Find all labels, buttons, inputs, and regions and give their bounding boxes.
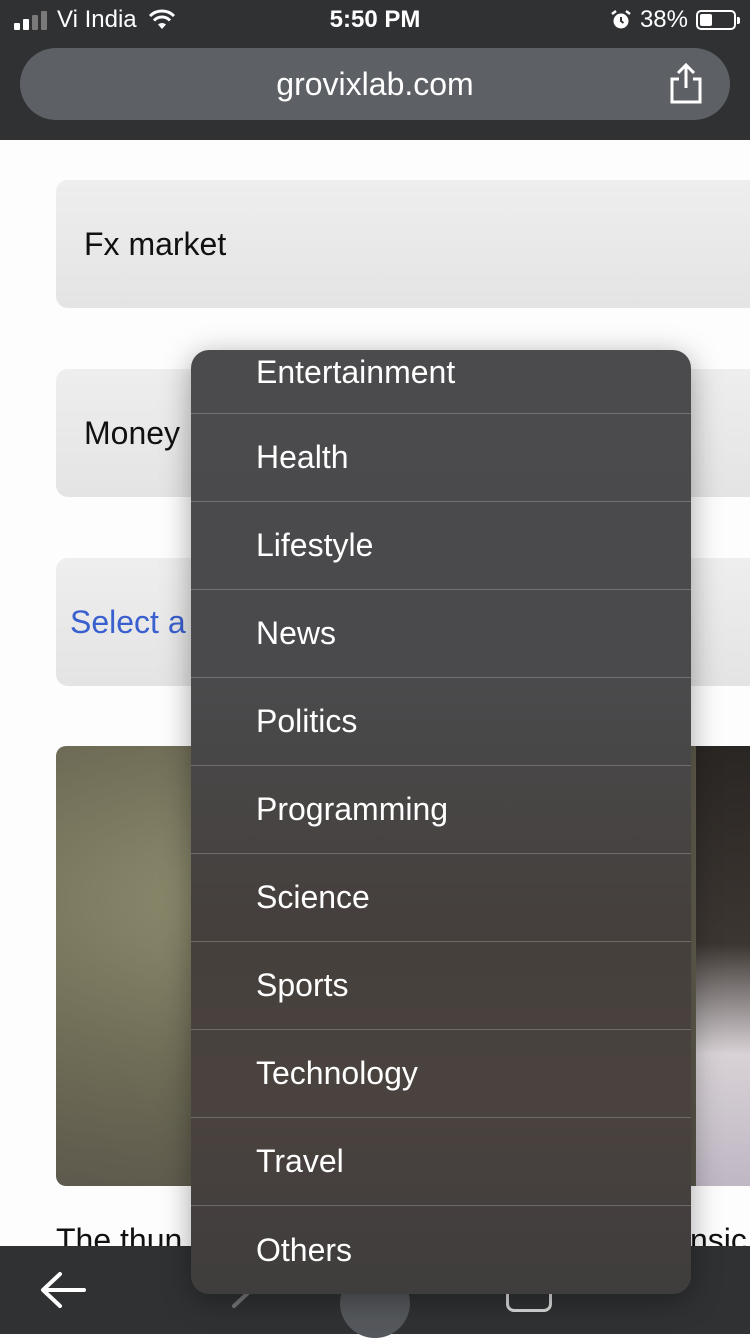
category-dropdown-menu[interactable]: Entertainment Health Lifestyle News Politics… (191, 350, 691, 1294)
dropdown-option-label: Travel (256, 1143, 344, 1179)
dropdown-option-news[interactable]: News (191, 590, 691, 678)
browser-top-bar: Vi India 5:50 PM 38% grovixlab.com (0, 0, 750, 140)
dropdown-option-label: Health (256, 439, 349, 475)
dropdown-option-label: Technology (256, 1055, 418, 1091)
category-select-placeholder: Select a (70, 603, 186, 640)
dropdown-option-politics[interactable]: Politics (191, 678, 691, 766)
back-arrow-icon[interactable] (38, 1268, 88, 1312)
status-bar: Vi India 5:50 PM 38% (0, 0, 750, 42)
article-image-figure (696, 746, 750, 1186)
dropdown-option-science[interactable]: Science (191, 854, 691, 942)
fx-market-field[interactable]: Fx market (56, 180, 750, 308)
dropdown-option-label: Lifestyle (256, 527, 374, 563)
dropdown-option-label: Sports (256, 967, 349, 1003)
dropdown-option-programming[interactable]: Programming (191, 766, 691, 854)
dropdown-option-label: Entertainment (256, 354, 456, 390)
dropdown-option-health[interactable]: Health (191, 414, 691, 502)
dropdown-option-sports[interactable]: Sports (191, 942, 691, 1030)
dropdown-option-label: Politics (256, 703, 358, 739)
dropdown-option-label: News (256, 615, 337, 651)
alarm-icon (611, 10, 631, 29)
dropdown-option-others[interactable]: Others (191, 1206, 691, 1294)
fx-market-value: Fx market (84, 225, 227, 262)
share-icon[interactable] (666, 62, 706, 106)
battery-percent: 38% (639, 6, 688, 33)
dropdown-option-lifestyle[interactable]: Lifestyle (191, 502, 691, 590)
battery-icon (696, 10, 740, 30)
dropdown-option-travel[interactable]: Travel (191, 1118, 691, 1206)
dropdown-option-technology[interactable]: Technology (191, 1030, 691, 1118)
dropdown-option-label: Others (256, 1231, 353, 1268)
url-text: grovixlab.com (276, 65, 474, 102)
address-bar[interactable]: grovixlab.com (20, 48, 730, 120)
dropdown-option-entertainment[interactable]: Entertainment (191, 350, 691, 414)
dropdown-option-label: Science (256, 879, 370, 915)
dropdown-option-label: Programming (256, 791, 449, 827)
money-value: Money (84, 414, 181, 451)
battery-fill (700, 14, 713, 26)
